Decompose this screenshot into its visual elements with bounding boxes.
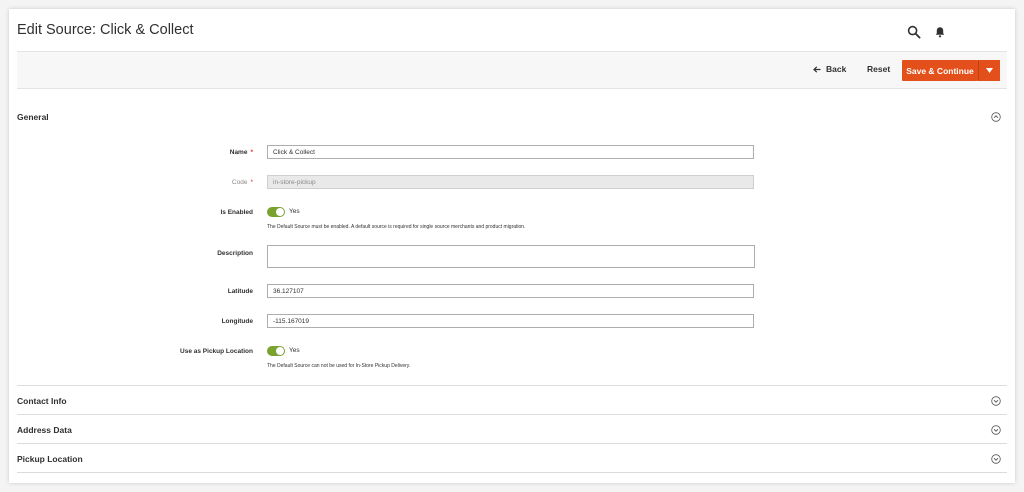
section-divider [17,385,1007,386]
section-divider [17,414,1007,415]
is-enabled-note: The Default Source must be enabled. A de… [267,224,526,230]
save-and-continue-button[interactable]: Save & Continue [902,60,978,81]
expand-icon[interactable] [991,425,1001,435]
latitude-field[interactable]: 36.127107 [267,284,754,298]
longitude-field[interactable]: -115.167019 [267,314,754,328]
bell-icon[interactable] [933,25,947,39]
caret-down-icon [986,68,993,73]
expand-icon[interactable] [991,396,1001,406]
expand-icon[interactable] [991,454,1001,464]
page-actions-bar: Back Reset Save & Continue [17,51,1007,89]
use-as-pickup-toggle[interactable] [267,346,285,356]
collapse-icon[interactable] [991,112,1001,122]
reset-button[interactable]: Reset [867,64,890,74]
code-field: in-store-pickup [267,175,754,189]
section-address-data-title[interactable]: Address Data [17,425,72,435]
section-divider [17,443,1007,444]
use-as-pickup-value: Yes [289,347,300,354]
section-pickup-location-title[interactable]: Pickup Location [17,454,83,464]
required-mark: * [250,179,253,186]
save-options-toggle[interactable] [978,60,1000,81]
is-enabled-label: Is Enabled [220,209,253,216]
edit-source-panel: Edit Source: Click & Collect Back Reset … [9,9,1015,483]
description-textarea[interactable] [267,245,755,268]
description-label: Description [217,250,253,257]
latitude-label: Latitude [227,288,253,295]
section-contact-info-title[interactable]: Contact Info [17,396,67,406]
section-divider [17,472,1007,473]
page-title: Edit Source: Click & Collect [17,22,194,38]
use-as-pickup-note: The Default Source can not be used for I… [267,363,411,369]
name-label: Name * [17,149,253,156]
search-icon[interactable] [907,25,921,39]
use-as-pickup-label: Use as Pickup Location [180,348,253,355]
arrow-left-icon [813,65,821,73]
longitude-label: Longitude [221,318,253,325]
is-enabled-toggle[interactable] [267,207,285,217]
back-button-label: Back [826,64,847,74]
section-general-title[interactable]: General [17,112,49,122]
required-mark: * [250,149,253,156]
back-button[interactable]: Back [813,64,846,74]
is-enabled-value: Yes [289,208,300,215]
code-label: Code * [17,179,253,186]
code-label-text: Code [231,179,248,186]
name-field[interactable]: Click & Collect [267,145,754,159]
name-label-text: Name [229,149,248,156]
